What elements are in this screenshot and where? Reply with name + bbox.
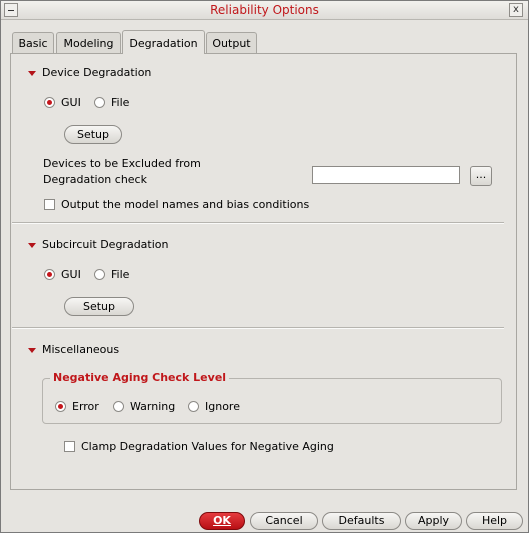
section-divider — [12, 222, 504, 224]
defaults-button[interactable]: Defaults — [322, 512, 401, 530]
device-setup-button[interactable]: Setup — [64, 125, 122, 144]
tab-output[interactable]: Output — [206, 32, 257, 53]
tab-basic[interactable]: Basic — [12, 32, 54, 53]
neg-aging-warning-label: Warning — [130, 400, 176, 413]
title-bar[interactable]: Reliability Options — [1, 1, 528, 20]
subckt-gui-label: GUI — [61, 268, 81, 281]
neg-aging-warning-radio[interactable] — [113, 401, 124, 412]
collapse-triangle-icon[interactable] — [28, 243, 36, 248]
subckt-file-radio[interactable] — [94, 269, 105, 280]
collapse-triangle-icon[interactable] — [28, 71, 36, 76]
cancel-button[interactable]: Cancel — [250, 512, 318, 530]
clamp-degradation-label: Clamp Degradation Values for Negative Ag… — [81, 440, 334, 453]
browse-button[interactable]: ... — [470, 166, 492, 186]
output-model-checkbox[interactable] — [44, 199, 55, 210]
neg-aging-ignore-radio[interactable] — [188, 401, 199, 412]
subckt-file-label: File — [111, 268, 130, 281]
neg-aging-ignore-label: Ignore — [205, 400, 240, 413]
ok-button[interactable]: OK — [199, 512, 245, 530]
device-gui-label: GUI — [61, 96, 81, 109]
close-icon[interactable]: x — [509, 3, 523, 17]
output-model-label: Output the model names and bias conditio… — [61, 198, 310, 211]
neg-aging-error-radio[interactable] — [55, 401, 66, 412]
section-header-subcircuit-degradation: Subcircuit Degradation — [42, 238, 169, 251]
window-menu-icon[interactable] — [4, 3, 18, 17]
device-file-radio[interactable] — [94, 97, 105, 108]
help-button[interactable]: Help — [466, 512, 523, 530]
clamp-degradation-checkbox[interactable] — [64, 441, 75, 452]
apply-button[interactable]: Apply — [405, 512, 462, 530]
collapse-triangle-icon[interactable] — [28, 348, 36, 353]
exclude-devices-label: Devices to be Excluded from — [43, 157, 201, 170]
device-file-label: File — [111, 96, 130, 109]
section-divider — [12, 327, 504, 329]
negative-aging-group-title: Negative Aging Check Level — [50, 371, 230, 385]
device-gui-radio[interactable] — [44, 97, 55, 108]
exclude-devices-input[interactable] — [312, 166, 460, 184]
section-header-device-degradation: Device Degradation — [42, 66, 152, 79]
subckt-setup-button[interactable]: Setup — [64, 297, 134, 316]
tab-degradation[interactable]: Degradation — [122, 30, 205, 54]
neg-aging-error-label: Error — [72, 400, 99, 413]
section-header-miscellaneous: Miscellaneous — [42, 343, 120, 356]
degradation-panel — [10, 53, 517, 490]
subckt-gui-radio[interactable] — [44, 269, 55, 280]
window-title: Reliability Options — [210, 3, 319, 17]
tab-modeling[interactable]: Modeling — [56, 32, 121, 53]
exclude-devices-label-cont: Degradation check — [43, 173, 147, 186]
